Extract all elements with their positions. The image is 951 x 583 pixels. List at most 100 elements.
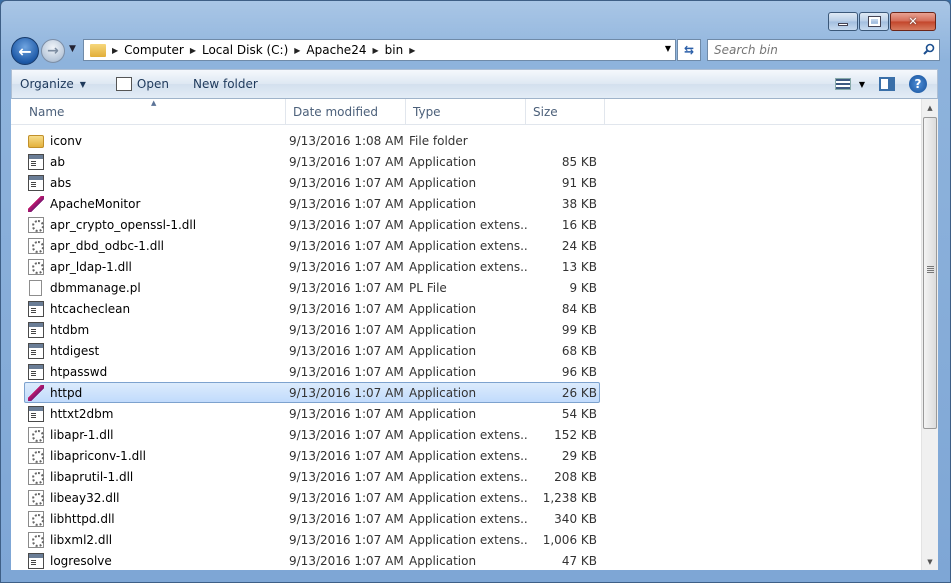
file-size: 152 KB [554,427,597,442]
scrollbar-thumb[interactable] [923,117,937,429]
open-button[interactable]: Open [108,70,177,98]
organize-menu[interactable]: Organize ▼ [12,70,94,98]
file-row[interactable]: libaprutil-1.dll 9/13/2016 1:07 AM Applica… [24,466,600,487]
file-name-cell: apr_crypto_openssl-1.dll [25,216,287,233]
file-size: 13 KB [561,259,597,274]
column-header-name[interactable]: Name ▲ [11,99,286,124]
file-row[interactable]: libhttpd.dll 9/13/2016 1:07 AM Application… [24,508,600,529]
breadcrumb-apache24[interactable]: Apache24 [306,43,366,57]
file-row[interactable]: libapr-1.dll 9/13/2016 1:07 AM Application… [24,424,600,445]
file-name-cell: iconv [25,133,287,148]
file-name: apr_dbd_odbc-1.dll [50,238,164,253]
dll-icon [28,237,44,254]
file-row[interactable]: htcacheclean 9/13/2016 1:07 AM Application… [24,298,600,319]
breadcrumb-local-disk[interactable]: Local Disk (C:) [202,43,288,57]
file-date: 9/13/2016 1:07 AM [289,301,404,316]
search-icon[interactable] [923,43,935,55]
open-label: Open [136,77,169,91]
back-button[interactable]: ← [11,37,39,65]
close-button[interactable]: ✕ [890,12,936,31]
file-name-cell: libhttpd.dll [25,510,287,527]
file-row[interactable]: iconv 9/13/2016 1:08 AM File folder [24,130,600,151]
chevron-right-icon[interactable]: ▶ [106,46,124,55]
file-date: 9/13/2016 1:07 AM [289,469,404,484]
toolbar-right: ▼ ? [834,75,937,93]
file-name-cell: ApacheMonitor [25,195,287,212]
file-size: 26 KB [561,385,597,400]
file-type: Application [409,343,477,358]
file-row[interactable]: ApacheMonitor 9/13/2016 1:07 AM Applicatio… [24,193,600,214]
file-row[interactable]: apr_dbd_odbc-1.dll 9/13/2016 1:07 AM Appli… [24,235,600,256]
application-icon [28,363,44,380]
breadcrumb-bin[interactable]: bin [385,43,404,57]
file-name: htdigest [50,343,100,358]
file-name: htcacheclean [50,301,131,316]
recent-pages-button[interactable]: ▼ [69,44,76,54]
change-view-button[interactable]: ▼ [834,78,865,90]
help-icon[interactable]: ? [909,75,927,93]
scroll-down-button[interactable]: ▼ [922,553,938,570]
file-size: 29 KB [561,448,597,463]
chevron-right-icon[interactable]: ▶ [184,46,202,55]
file-row[interactable]: htdigest 9/13/2016 1:07 AM Application 68 K… [24,340,600,361]
vertical-scrollbar[interactable]: ▲ ▼ [921,99,938,570]
file-icon [29,279,42,296]
file-name: httxt2dbm [50,406,114,421]
file-row[interactable]: libapriconv-1.dll 9/13/2016 1:07 AM Applic… [24,445,600,466]
file-size: 1,238 KB [542,490,597,505]
scroll-up-button[interactable]: ▲ [922,99,938,116]
maximize-button[interactable] [859,12,889,31]
search-input[interactable] [708,40,908,60]
file-row[interactable]: httxt2dbm 9/13/2016 1:07 AM Application 54 … [24,403,600,424]
file-row[interactable]: libxml2.dll 9/13/2016 1:07 AM Application … [24,529,600,550]
file-row[interactable]: ab 9/13/2016 1:07 AM Application 85 KB [24,151,600,172]
file-type: Application [409,175,477,190]
minimize-button[interactable] [828,12,858,31]
file-row[interactable]: abs 9/13/2016 1:07 AM Application 91 KB [24,172,600,193]
new-folder-button[interactable]: New folder [185,70,266,98]
file-row[interactable]: libeay32.dll 9/13/2016 1:07 AM Application… [24,487,600,508]
forward-button[interactable]: → [41,39,65,63]
refresh-button[interactable]: ⇆ [677,39,701,61]
file-date: 9/13/2016 1:07 AM [289,511,404,526]
views-icon [834,78,851,90]
file-name-cell: htcacheclean [25,300,287,317]
file-type: Application [409,406,477,421]
file-type: Application extens... [409,469,528,484]
chevron-right-icon[interactable]: ▶ [366,46,384,55]
file-size: 99 KB [561,322,597,337]
column-header-size[interactable]: Size [526,99,605,124]
chevron-right-icon[interactable]: ▶ [403,46,421,55]
file-type: Application extens... [409,259,528,274]
breadcrumb-computer[interactable]: Computer [124,43,184,57]
chevron-right-icon[interactable]: ▶ [288,46,306,55]
dll-icon [28,426,44,443]
file-row[interactable]: htdbm 9/13/2016 1:07 AM Application 99 KB [24,319,600,340]
file-type: Application [409,322,477,337]
file-size: 54 KB [561,406,597,421]
file-row[interactable]: logresolve 9/13/2016 1:07 AM Application 47… [24,550,600,570]
file-date: 9/13/2016 1:07 AM [289,343,404,358]
file-size: 208 KB [554,469,597,484]
file-row[interactable]: httpd 9/13/2016 1:07 AM Application 26 KB [24,382,600,403]
file-row[interactable]: dbmmanage.pl 9/13/2016 1:07 AM PL File 9 KB [24,277,600,298]
address-dropdown-icon[interactable]: ▼ [665,44,671,53]
column-header-date[interactable]: Date modified [286,99,406,124]
file-name: libeay32.dll [50,490,120,505]
file-size: 91 KB [561,175,597,190]
file-row[interactable]: apr_ldap-1.dll 9/13/2016 1:07 AM Applicati… [24,256,600,277]
file-size: 68 KB [561,343,597,358]
preview-pane-icon[interactable] [879,77,895,91]
file-name: libaprutil-1.dll [50,469,134,484]
file-name: dbmmanage.pl [50,280,141,295]
search-box[interactable] [707,39,940,61]
application-icon [28,321,44,338]
file-date: 9/13/2016 1:08 AM [289,133,404,148]
file-date: 9/13/2016 1:07 AM [289,490,404,505]
file-name-cell: htdbm [25,321,287,338]
file-row[interactable]: htpasswd 9/13/2016 1:07 AM Application 96 K… [24,361,600,382]
command-bar: Organize ▼ Open New folder ▼ ? [11,69,938,99]
address-bar[interactable]: ▶ Computer ▶ Local Disk (C:) ▶ Apache24 … [83,39,676,61]
column-header-type[interactable]: Type [406,99,526,124]
file-row[interactable]: apr_crypto_openssl-1.dll 9/13/2016 1:07 A… [24,214,600,235]
